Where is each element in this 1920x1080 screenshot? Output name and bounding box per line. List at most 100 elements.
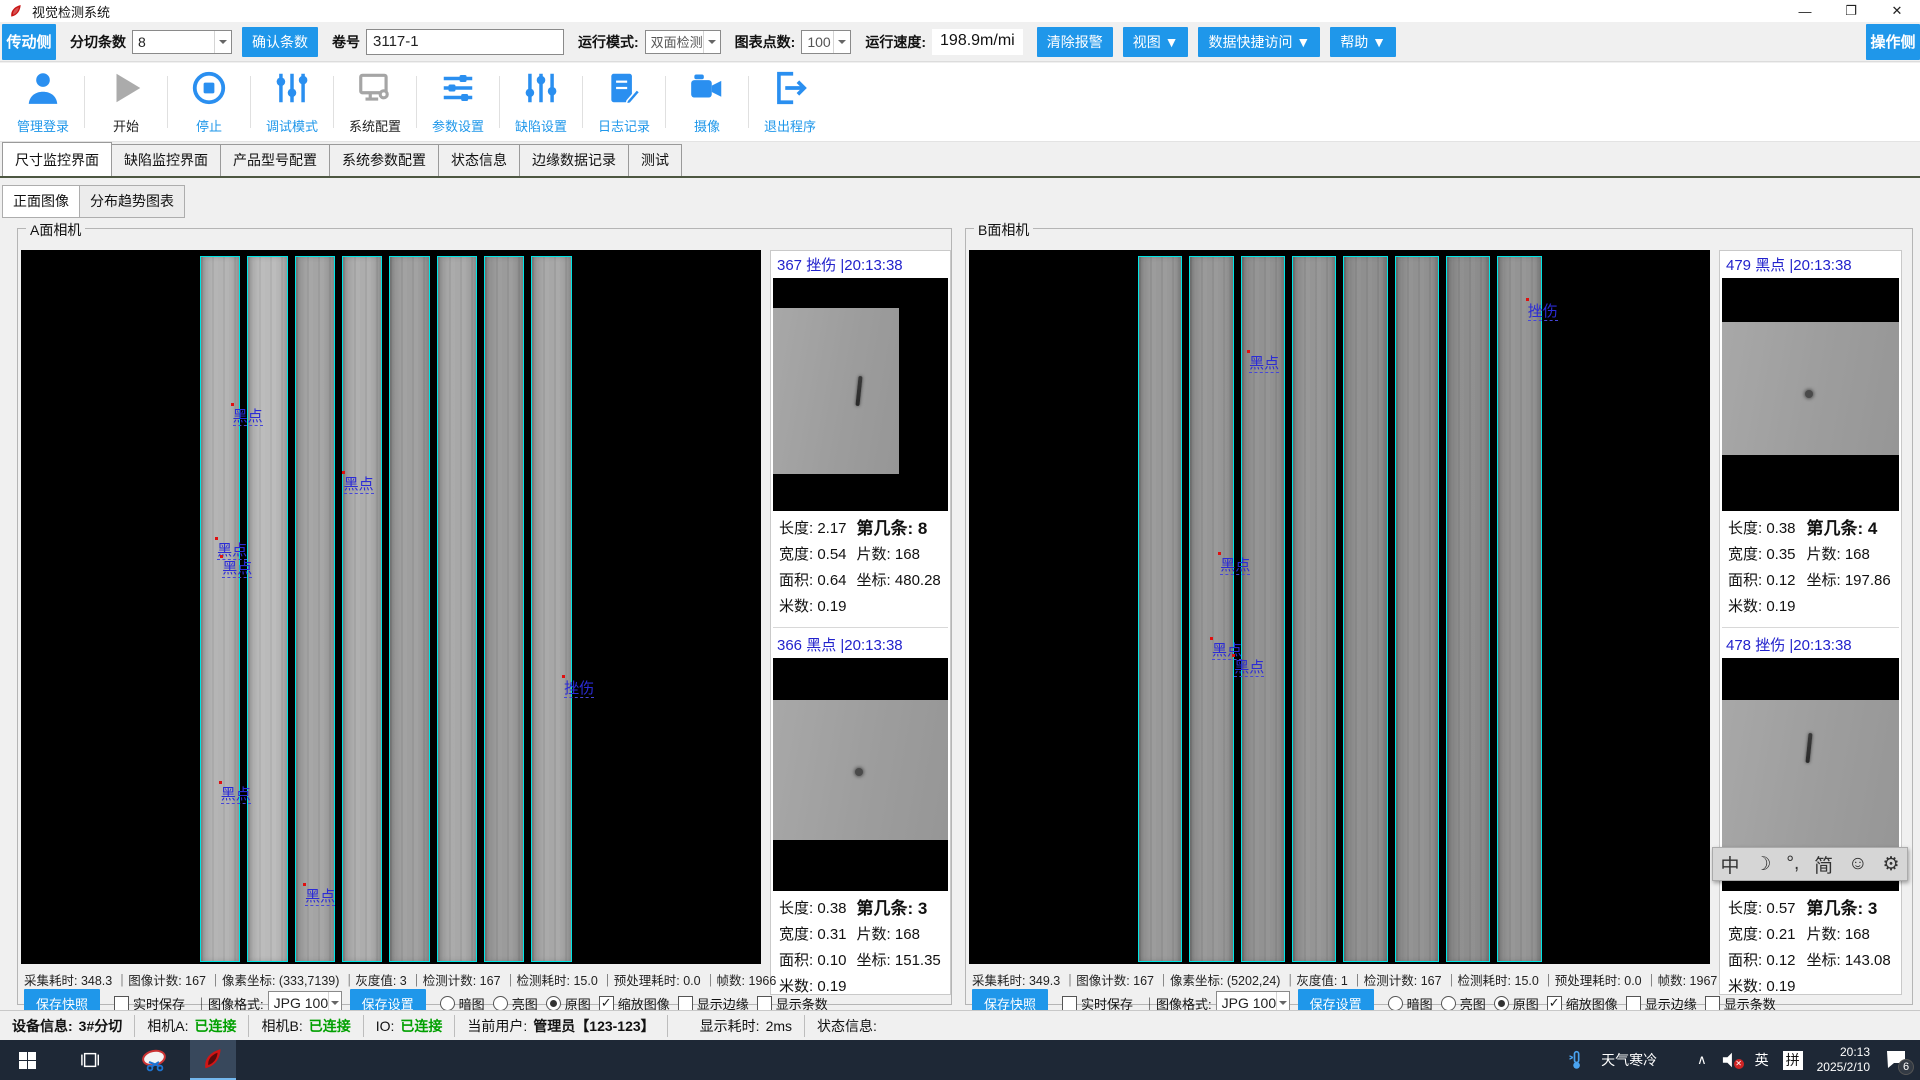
notification-center-button[interactable]: 6 [1884,1048,1910,1072]
ime-chinese-mode-icon[interactable]: 中 [1720,851,1739,878]
admin-login-label: 管理登录 [17,116,69,135]
card-separator [773,627,948,628]
defect-card[interactable]: 367 挫伤 |20:13:38长度: 2.17第几条: 8宽度: 0.54片数… [773,252,948,621]
toolbar-item-log-record[interactable]: 日志记录 [587,69,661,135]
chevron-down-icon[interactable] [833,31,850,53]
minimize-button[interactable]: — [1782,0,1828,22]
image-mode-radio-2[interactable] [493,996,508,1011]
defect-stat: 面积: 0.10 [779,949,857,973]
toolbar-item-defect-settings[interactable]: 缺陷设置 [504,69,578,135]
defect-stat: 第几条: 3 [857,897,944,921]
view-menu-button[interactable]: 视图 ▼ [1123,27,1189,57]
tab-1[interactable]: 尺寸监控界面 [2,142,112,176]
chart-points-select[interactable]: 100 [801,30,851,54]
defect-card[interactable]: 478 挫伤 |20:13:38长度: 0.57第几条: 3宽度: 0.21片数… [1722,632,1899,995]
toolbar-item-capture[interactable]: 摄像 [670,69,744,135]
run-mode-value: 双面检测 [651,32,703,51]
toolbar-item-start[interactable]: 开始 [89,69,163,135]
image-mode-radio-1[interactable] [440,996,455,1011]
defect-annotation: 挫伤 [1528,303,1558,321]
operator-side-button[interactable]: 操作侧 [1866,24,1920,60]
close-button[interactable]: ✕ [1874,0,1920,22]
defect-thumbnail [773,278,948,511]
stop-label: 停止 [196,116,222,135]
weather-text[interactable]: 天气寒冷 [1601,1050,1657,1070]
display-option-checkbox-1[interactable] [599,996,614,1011]
display-time-value: 2ms [766,1018,792,1034]
realtime-save-checkbox[interactable] [1062,996,1077,1011]
confirm-count-button[interactable]: 确认条数 [242,27,318,57]
subtab-2[interactable]: 分布趋势图表 [79,185,185,218]
help-menu-button[interactable]: 帮助 ▼ [1330,27,1396,57]
volume-muted-icon[interactable]: ✕ [1721,1051,1741,1069]
task-view-button[interactable] [68,1040,114,1080]
defect-annotation: 挫伤 [564,680,594,698]
ime-simplified-icon[interactable]: 简 [1814,851,1833,878]
image-mode-radio-3[interactable] [546,996,561,1011]
defect-stat: 长度: 0.57 [1728,897,1806,921]
realtime-save-checkbox[interactable] [114,996,129,1011]
drive-side-button[interactable]: 传动侧 [2,24,56,60]
main-tabs: 尺寸监控界面缺陷监控界面产品型号配置系统参数配置状态信息边缘数据记录测试 [0,147,1920,178]
ime-indicator[interactable]: 拼 [1783,1051,1803,1070]
defect-card[interactable]: 366 黑点 |20:13:38长度: 0.38第几条: 3宽度: 0.31片数… [773,632,948,995]
chevron-down-icon[interactable] [703,31,720,53]
toolbar-separator [499,76,500,128]
tab-2[interactable]: 缺陷监控界面 [111,144,221,176]
ime-punctuation-icon[interactable]: °, [1786,853,1799,875]
tab-4[interactable]: 系统参数配置 [329,144,439,176]
strip-outline [1446,256,1490,962]
defect-annotation: 黑点 [233,408,263,426]
image-mode-radio-1[interactable] [1388,996,1403,1011]
defect-card[interactable]: 479 黑点 |20:13:38长度: 0.38第几条: 4宽度: 0.35片数… [1722,252,1899,621]
defect-card-column: 367 挫伤 |20:13:38长度: 2.17第几条: 8宽度: 0.54片数… [770,250,951,995]
start-button[interactable] [4,1040,50,1080]
tab-5[interactable]: 状态信息 [438,144,520,176]
run-speed-value: 198.9m/mi [932,29,1023,55]
toolbar-item-param-settings[interactable]: 参数设置 [421,69,495,135]
language-indicator[interactable]: 英 [1755,1050,1769,1070]
camera-image: 挫伤黑点黑点黑点黑点 [969,250,1710,964]
toolbar-item-debug-mode[interactable]: 调试模式 [255,69,329,135]
toolbar-item-exit-program[interactable]: 退出程序 [753,69,827,135]
defect-thumbnail-patch [773,308,899,473]
toolbar-item-admin-login[interactable]: 管理登录 [6,69,80,135]
display-option-checkbox-2[interactable] [1626,996,1641,1011]
display-option-checkbox-3[interactable] [1705,996,1720,1011]
display-option-checkbox-2[interactable] [678,996,693,1011]
tab-7[interactable]: 测试 [628,144,682,176]
log-record-label: 日志记录 [598,116,650,135]
display-option-checkbox-1[interactable] [1547,996,1562,1011]
run-mode-select[interactable]: 双面检测 [645,30,721,54]
maximize-button[interactable]: ❐ [1828,0,1874,22]
toolbar-item-stop[interactable]: 停止 [172,69,246,135]
tray-expand-icon[interactable]: ∧ [1697,1052,1707,1068]
roll-number-input[interactable] [366,29,564,55]
start-label: 开始 [113,116,139,135]
toolbar-separator [84,76,85,128]
display-option-checkbox-3[interactable] [757,996,772,1011]
thermometer-icon[interactable] [1567,1048,1587,1072]
snipping-tool-button[interactable] [132,1040,178,1080]
taskbar-clock[interactable]: 20:13 2025/2/10 [1817,1045,1870,1075]
clear-alarm-button[interactable]: 清除报警 [1037,27,1113,57]
ime-softkeyboard-icon[interactable]: ☺ [1848,853,1867,875]
chevron-down-icon[interactable] [214,31,231,53]
ime-fullwidth-icon[interactable]: ☽ [1754,853,1771,876]
slit-count-select[interactable]: 8 [132,30,232,54]
strip-outline [1497,256,1541,962]
quick-access-menu-button[interactable]: 数据快捷访问 ▼ [1198,27,1320,57]
exit-program-label: 退出程序 [764,116,816,135]
tab-6[interactable]: 边缘数据记录 [519,144,629,176]
device-info-value: 3#分切 [79,1016,123,1036]
image-mode-radio-2[interactable] [1441,996,1456,1011]
ime-settings-icon[interactable]: ⚙ [1882,853,1899,876]
camera-panel-b: B面相机挫伤黑点黑点黑点黑点479 黑点 |20:13:38长度: 0.38第几… [965,228,1913,1005]
toolbar-item-system-config[interactable]: 系统配置 [338,69,412,135]
subtab-1[interactable]: 正面图像 [2,185,80,218]
defect-stat [857,595,944,619]
tab-3[interactable]: 产品型号配置 [220,144,330,176]
image-mode-radio-3[interactable] [1494,996,1509,1011]
defect-stat [1806,975,1895,995]
vision-app-taskbar-button[interactable] [190,1040,236,1080]
